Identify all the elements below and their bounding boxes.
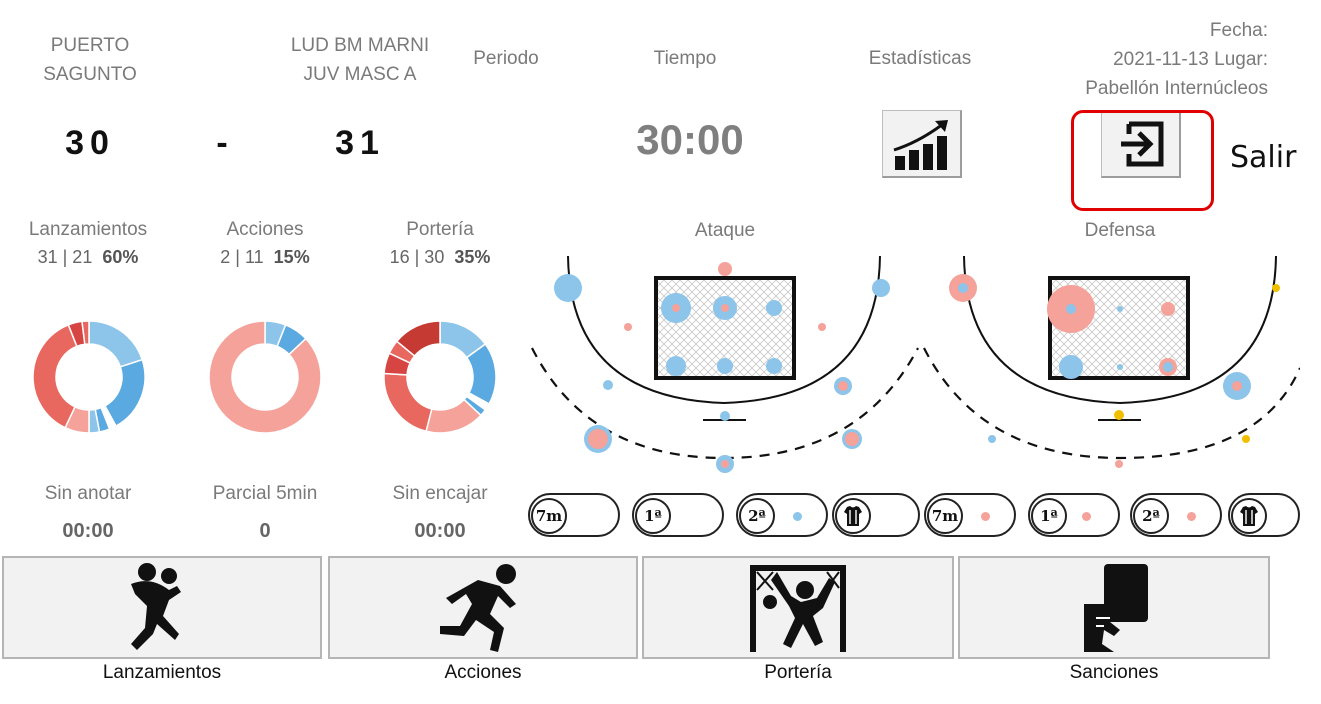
donut-porteria[interactable] (381, 318, 499, 436)
stats-label: Estadísticas (868, 48, 972, 69)
date-line2: 2021-11-13 Lugar: (1113, 49, 1268, 70)
stats-button[interactable] (882, 110, 962, 178)
stat-percent: 15% (273, 247, 310, 267)
donut-segment (88, 320, 144, 368)
stat-numbers: 31 | 21 60% (18, 247, 158, 268)
score-separator: - (216, 124, 234, 162)
donut-acciones[interactable] (206, 318, 324, 436)
period-label: Periodo (473, 48, 539, 69)
pill-1a-attack[interactable]: 1ª (632, 493, 724, 537)
jersey-icon (1231, 498, 1267, 534)
pill-7m-defense[interactable]: 7m (924, 493, 1016, 537)
pill-label: 2ª (1133, 498, 1169, 534)
shots-label: Lanzamientos (102, 662, 222, 683)
attack-court[interactable] (528, 248, 920, 480)
defense-court[interactable] (920, 248, 1300, 480)
home-score: 30 (65, 124, 115, 162)
defense-label: Defensa (1084, 220, 1156, 241)
donut-lanzamientos[interactable] (30, 318, 148, 436)
player-throwing-icon (131, 562, 181, 650)
counter-title: Parcial 5min (212, 483, 318, 504)
donut-segment (32, 323, 78, 429)
away-team-line1: LUD BM MARNI (290, 35, 430, 56)
stat-counts: 16 | 30 (389, 247, 445, 267)
stat-percent: 35% (454, 247, 491, 267)
goalkeeping-button[interactable] (642, 556, 954, 659)
match-info: Fecha: 2021-11-13 Lugar: Pabellón Intern… (1050, 16, 1268, 103)
pill-label: 1ª (1031, 498, 1067, 534)
counter-sin-encajar: Sin encajar 00:00 (370, 483, 510, 543)
pill-7m-attack[interactable]: 7m (528, 493, 620, 537)
stat-counts: 31 | 21 (37, 247, 93, 267)
date-line1: Fecha: (1209, 20, 1268, 41)
exit-annotation-label: Salir (1230, 140, 1297, 175)
home-team-line2: SAGUNTO (43, 64, 137, 85)
pill-jersey-defense[interactable] (1228, 493, 1300, 537)
stat-numbers: 16 | 30 35% (370, 247, 510, 268)
goalkeeping-label: Portería (764, 662, 832, 683)
pill-1a-defense[interactable]: 1ª (1028, 493, 1120, 537)
stat-title: Acciones (226, 219, 304, 240)
bar-chart-trend-icon (893, 119, 948, 170)
pill-jersey-attack[interactable] (832, 493, 920, 537)
pill-dot (793, 512, 802, 521)
date-line3: Pabellón Internúcleos (1085, 78, 1268, 99)
pill-label: 1ª (635, 498, 671, 534)
counter-value: 00:00 (62, 520, 114, 542)
pill-label: 2ª (739, 498, 775, 534)
player-running-icon (440, 563, 516, 652)
home-team-line1: PUERTO (50, 35, 130, 56)
pill-dot (1187, 512, 1196, 521)
penalty-card-icon (1084, 563, 1148, 652)
away-score: 31 (335, 124, 385, 162)
time-value: 30:00 (636, 116, 744, 163)
stat-counts: 2 | 11 (220, 247, 264, 267)
counter-title: Sin anotar (44, 483, 132, 504)
jersey-icon (835, 498, 871, 534)
away-team-name: LUD BM MARNI JUV MASC A (270, 31, 450, 89)
pill-2a-defense[interactable]: 2ª (1130, 493, 1222, 537)
counter-value: 0 (259, 520, 271, 542)
home-team-name: PUERTO SAGUNTO (20, 31, 160, 89)
shots-button[interactable] (2, 556, 322, 659)
stat-title: Lanzamientos (28, 219, 148, 240)
penalties-label: Sanciones (1069, 662, 1159, 683)
time-label: Tiempo (653, 48, 717, 69)
actions-label: Acciones (444, 662, 522, 683)
counter-sin-anotar: Sin anotar 00:00 (18, 483, 158, 543)
attack-label: Ataque (694, 220, 756, 241)
goalkeeper-icon (750, 564, 846, 652)
pill-label: 7m (927, 498, 963, 534)
counter-value: 00:00 (414, 520, 466, 542)
penalties-button[interactable] (958, 556, 1270, 659)
stat-percent: 60% (102, 247, 139, 267)
counter-title: Sin encajar (392, 483, 488, 504)
pill-2a-attack[interactable]: 2ª (736, 493, 828, 537)
away-team-line2: JUV MASC A (303, 64, 417, 85)
counter-parcial: Parcial 5min 0 (195, 483, 335, 543)
pill-label: 7m (531, 498, 567, 534)
stat-acciones: Acciones 2 | 11 15% (195, 219, 335, 268)
stat-numbers: 2 | 11 15% (195, 247, 335, 268)
donut-segment (383, 372, 433, 433)
pill-dot (981, 512, 990, 521)
actions-button[interactable] (328, 556, 638, 659)
stat-title: Portería (406, 219, 474, 240)
exit-annotation-box (1071, 110, 1214, 211)
stat-lanzamientos: Lanzamientos 31 | 21 60% (18, 219, 158, 268)
stat-porteria: Portería 16 | 30 35% (370, 219, 510, 268)
pill-dot (1082, 512, 1091, 521)
